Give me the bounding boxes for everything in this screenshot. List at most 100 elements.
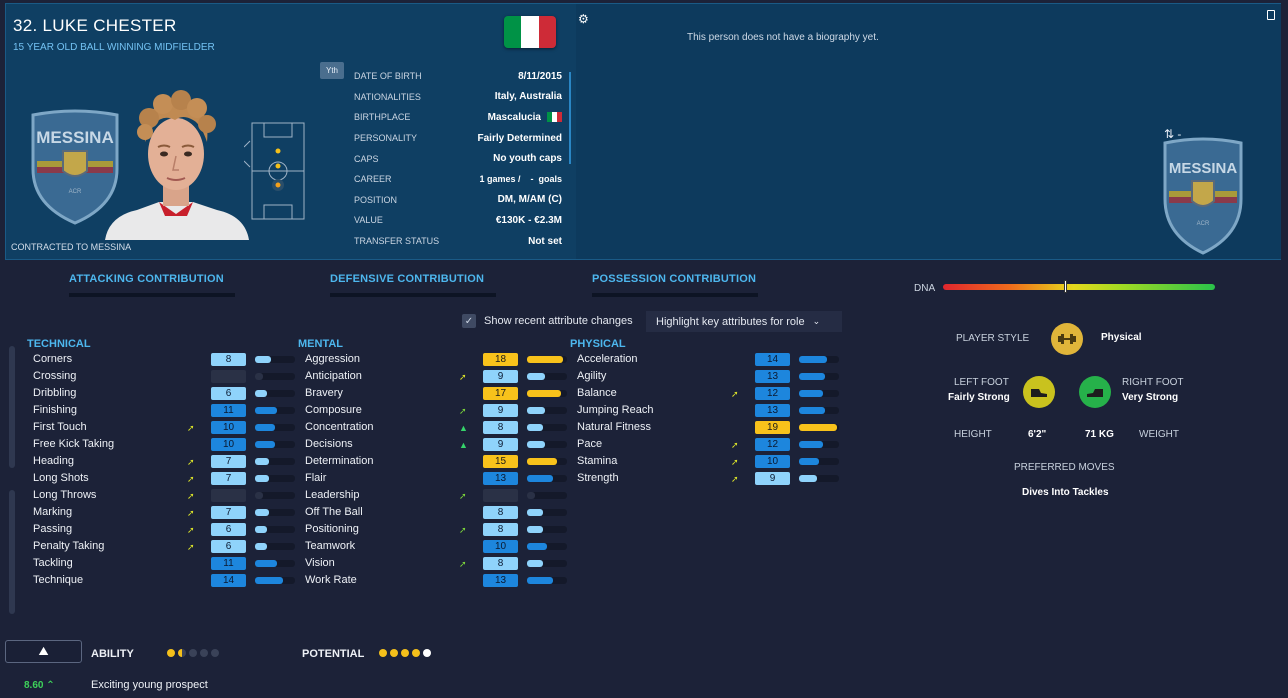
attribute-name[interactable]: Passing bbox=[33, 523, 72, 535]
attribute-name[interactable]: Long Shots bbox=[33, 472, 89, 484]
attribute-name[interactable]: First Touch bbox=[33, 421, 87, 433]
attribute-name[interactable]: Concentration bbox=[305, 421, 374, 433]
attribute-bar-track bbox=[527, 407, 567, 414]
attribute-name[interactable]: Pace bbox=[577, 438, 602, 450]
attribute-name[interactable]: Free Kick Taking bbox=[33, 438, 114, 450]
attribute-value: 13 bbox=[483, 574, 518, 587]
swap-icon[interactable]: ⇅ - bbox=[1164, 127, 1181, 141]
attribute-name[interactable]: Heading bbox=[33, 455, 74, 467]
highlight-attributes-dropdown[interactable]: Highlight key attributes for role ⌄ bbox=[646, 311, 842, 332]
attribute-bar-track bbox=[799, 441, 839, 448]
info-value[interactable]: Italy, Australia bbox=[495, 91, 562, 102]
attribute-bar-track bbox=[799, 407, 839, 414]
birthplace-text[interactable]: Mascalucia bbox=[488, 112, 541, 123]
attribute-name[interactable]: Finishing bbox=[33, 404, 77, 416]
mental-title: MENTAL bbox=[298, 338, 344, 350]
preferred-moves-label: PREFERRED MOVES bbox=[1014, 462, 1115, 473]
ability-label: ABILITY bbox=[91, 648, 134, 660]
attribute-name[interactable]: Penalty Taking bbox=[33, 540, 104, 552]
attribute-name[interactable]: Teamwork bbox=[305, 540, 355, 552]
info-row-caps: CAPS No youth caps bbox=[354, 148, 562, 169]
defensive-contribution-title: DEFENSIVE CONTRIBUTION bbox=[330, 273, 485, 285]
info-label: CAREER bbox=[354, 174, 392, 185]
attribute-name[interactable]: Marking bbox=[33, 506, 72, 518]
potential-label: POTENTIAL bbox=[302, 648, 365, 660]
attribute-trend-up-icon: ➚ bbox=[187, 474, 195, 484]
attribute-bar-track bbox=[255, 441, 295, 448]
scrollbar-lower[interactable] bbox=[9, 490, 15, 614]
attribute-bar-fill bbox=[527, 458, 557, 465]
attribute-name[interactable]: Composure bbox=[305, 404, 362, 416]
star-icon bbox=[379, 649, 387, 657]
info-label: POSITION bbox=[354, 194, 398, 205]
attribute-bar-fill bbox=[799, 441, 823, 448]
attribute-value: 8 bbox=[483, 557, 518, 570]
attribute-value: 10 bbox=[483, 540, 518, 553]
dumbbell-icon bbox=[1051, 323, 1083, 355]
attribute-name[interactable]: Agility bbox=[577, 370, 606, 382]
attribute-bar-fill bbox=[527, 543, 547, 550]
attribute-value: 11 bbox=[211, 404, 246, 417]
attribute-name[interactable]: Off The Ball bbox=[305, 506, 363, 518]
show-recent-changes-toggle[interactable]: ✓ Show recent attribute changes bbox=[462, 314, 633, 328]
attribute-trend-up-icon: ➚ bbox=[459, 559, 467, 569]
attribute-name[interactable]: Aggression bbox=[305, 353, 360, 365]
chevron-down-icon: ⌄ bbox=[812, 316, 821, 326]
attribute-bar-fill bbox=[527, 390, 561, 397]
attribute-value: 18 bbox=[483, 353, 518, 366]
attribute-name[interactable]: Anticipation bbox=[305, 370, 362, 382]
scrollbar-upper[interactable] bbox=[9, 346, 15, 468]
attribute-name[interactable]: Tackling bbox=[33, 557, 73, 569]
attribute-name[interactable]: Work Rate bbox=[305, 574, 357, 586]
attribute-name[interactable]: Strength bbox=[577, 472, 619, 484]
right-boot-icon bbox=[1079, 376, 1111, 408]
info-row-career: CAREER 1 games / - goals bbox=[354, 169, 562, 190]
attribute-bar-fill bbox=[799, 475, 817, 482]
attribute-name[interactable]: Jumping Reach bbox=[577, 404, 653, 416]
star-icon bbox=[412, 649, 420, 657]
checkbox-icon[interactable]: ✓ bbox=[462, 314, 476, 328]
info-value: €130K - €2.3M bbox=[495, 214, 562, 226]
show-recent-changes-label: Show recent attribute changes bbox=[484, 315, 633, 327]
attribute-bar-track bbox=[255, 526, 295, 533]
attribute-name[interactable]: Balance bbox=[577, 387, 617, 399]
youth-badge: Yth bbox=[320, 62, 345, 79]
scouting-report-button[interactable]: ⛰ bbox=[5, 640, 82, 663]
attribute-name[interactable]: Crossing bbox=[33, 370, 76, 382]
document-icon[interactable] bbox=[1267, 10, 1275, 20]
attribute-name[interactable]: Vision bbox=[305, 557, 335, 569]
gear-icon[interactable]: ⚙ bbox=[578, 12, 589, 26]
attribute-bar-track bbox=[527, 475, 567, 482]
attribute-name[interactable]: Natural Fitness bbox=[577, 421, 651, 433]
attribute-name[interactable]: Dribbling bbox=[33, 387, 76, 399]
attribute-trend-up-icon: ➚ bbox=[459, 525, 467, 535]
attribute-bar-track bbox=[255, 543, 295, 550]
player-style-value: Physical bbox=[1101, 332, 1142, 343]
attribute-value: 7 bbox=[211, 506, 246, 519]
preferred-moves-value: Dives Into Tackles bbox=[1022, 487, 1109, 498]
attribute-name[interactable]: Decisions bbox=[305, 438, 353, 450]
info-value[interactable]: Mascalucia bbox=[488, 112, 562, 123]
empty-star-icon bbox=[200, 649, 208, 657]
half-star-icon bbox=[178, 649, 186, 657]
attribute-name[interactable]: Stamina bbox=[577, 455, 617, 467]
info-value: Fairly Determined bbox=[477, 132, 562, 144]
info-value: Not set bbox=[528, 235, 562, 247]
star-icon bbox=[423, 649, 431, 657]
attribute-name[interactable]: Corners bbox=[33, 353, 72, 365]
attribute-name[interactable]: Positioning bbox=[305, 523, 359, 535]
attribute-name[interactable]: Bravery bbox=[305, 387, 343, 399]
svg-text:ACR: ACR bbox=[1197, 221, 1210, 227]
attribute-trend-up-icon: ➚ bbox=[187, 491, 195, 501]
attribute-name[interactable]: Technique bbox=[33, 574, 83, 586]
attribute-value: 6 bbox=[211, 523, 246, 536]
attribute-name[interactable]: Leadership bbox=[305, 489, 359, 501]
attribute-name[interactable]: Determination bbox=[305, 455, 373, 467]
attribute-bar-fill bbox=[255, 475, 269, 482]
attribute-name[interactable]: Flair bbox=[305, 472, 326, 484]
info-label: BIRTHPLACE bbox=[354, 112, 411, 123]
attribute-name[interactable]: Long Throws bbox=[33, 489, 96, 501]
player-header: 32. LUKE CHESTER 15 YEAR OLD BALL WINNIN… bbox=[5, 3, 1281, 260]
attribute-value: 7 bbox=[211, 455, 246, 468]
attribute-name[interactable]: Acceleration bbox=[577, 353, 638, 365]
